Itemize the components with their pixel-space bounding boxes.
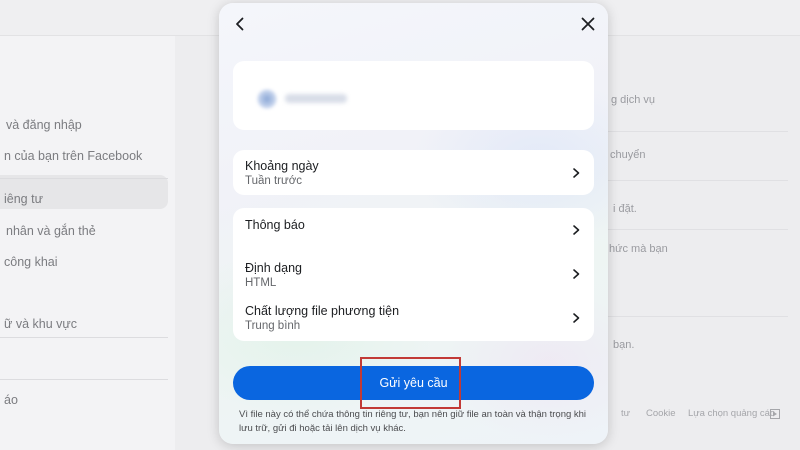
submit-request-button[interactable]: Gửi yêu cầu: [233, 366, 594, 400]
sidebar-item-language-region[interactable]: ữ và khu vực: [4, 317, 77, 331]
date-range-row[interactable]: Khoảng ngày Tuần trước: [233, 150, 594, 195]
blurred-account-name: [285, 94, 347, 103]
background-settings-sidebar: và đăng nhập n của bạn trên Facebook iên…: [0, 36, 175, 450]
date-range-card: Khoảng ngày Tuần trước: [233, 150, 594, 195]
media-quality-row[interactable]: Chất lượng file phương tiện Trung bình: [233, 296, 594, 341]
background-text: chuyển: [610, 149, 646, 161]
format-title: Định dạng: [245, 261, 302, 275]
media-quality-value: Trung bình: [245, 320, 301, 332]
blurred-logo-icon: [257, 89, 277, 109]
media-quality-title: Chất lượng file phương tiện: [245, 304, 400, 318]
back-button[interactable]: [227, 11, 253, 37]
sidebar-item-public-posts[interactable]: công khai: [4, 255, 58, 269]
notification-row[interactable]: Thông báo: [233, 208, 594, 250]
sidebar-item-privacy[interactable]: iêng tư: [4, 192, 43, 206]
format-row[interactable]: Định dạng HTML: [233, 252, 594, 295]
format-value: HTML: [245, 277, 277, 289]
date-range-title: Khoảng ngày: [245, 159, 319, 173]
sidebar-item-your-information[interactable]: n của bạn trên Facebook: [4, 149, 142, 163]
chevron-left-icon: [236, 17, 244, 31]
background-divider: [598, 180, 788, 181]
sidebar-item-profile-tagging[interactable]: nhân và gắn thẻ: [6, 224, 96, 238]
footer-link-ad-choices[interactable]: Lựa chọn quảng cáo: [688, 408, 775, 419]
chevron-right-icon: [573, 225, 580, 235]
account-preview-card: [233, 61, 594, 130]
footer-link-privacy[interactable]: tư: [621, 408, 630, 419]
date-range-value: Tuần trước: [245, 175, 302, 187]
download-info-dialog: Khoảng ngày Tuần trước Thông báo Định dạ…: [219, 3, 608, 444]
footer-link-cookie[interactable]: Cookie: [646, 408, 676, 419]
sidebar-item-notifications[interactable]: áo: [4, 393, 18, 407]
sidebar-divider: [0, 178, 168, 179]
sidebar-item-login[interactable]: và đăng nhập: [6, 118, 82, 132]
background-text: i đặt.: [613, 203, 637, 215]
close-button[interactable]: [575, 11, 601, 37]
background-text: bạn.: [613, 339, 635, 351]
sidebar-divider: [0, 379, 168, 380]
background-text: g dịch vụ: [611, 94, 656, 106]
background-divider: [598, 229, 788, 230]
background-divider: [598, 316, 788, 317]
background-text: hức mà bạn: [609, 243, 668, 255]
ad-choices-icon: [770, 409, 780, 419]
chevron-right-icon: [573, 168, 580, 178]
privacy-note: Vì file này có thể chứa thông tin riêng …: [239, 409, 587, 434]
chevron-right-icon: [573, 269, 580, 279]
sidebar-divider: [0, 337, 168, 338]
file-settings-card: Thông báo Định dạng HTML Chất lượng file…: [233, 208, 594, 341]
notification-title: Thông báo: [245, 218, 305, 232]
chevron-right-icon: [573, 313, 580, 323]
background-divider: [598, 131, 788, 132]
close-x-icon: [581, 17, 595, 31]
